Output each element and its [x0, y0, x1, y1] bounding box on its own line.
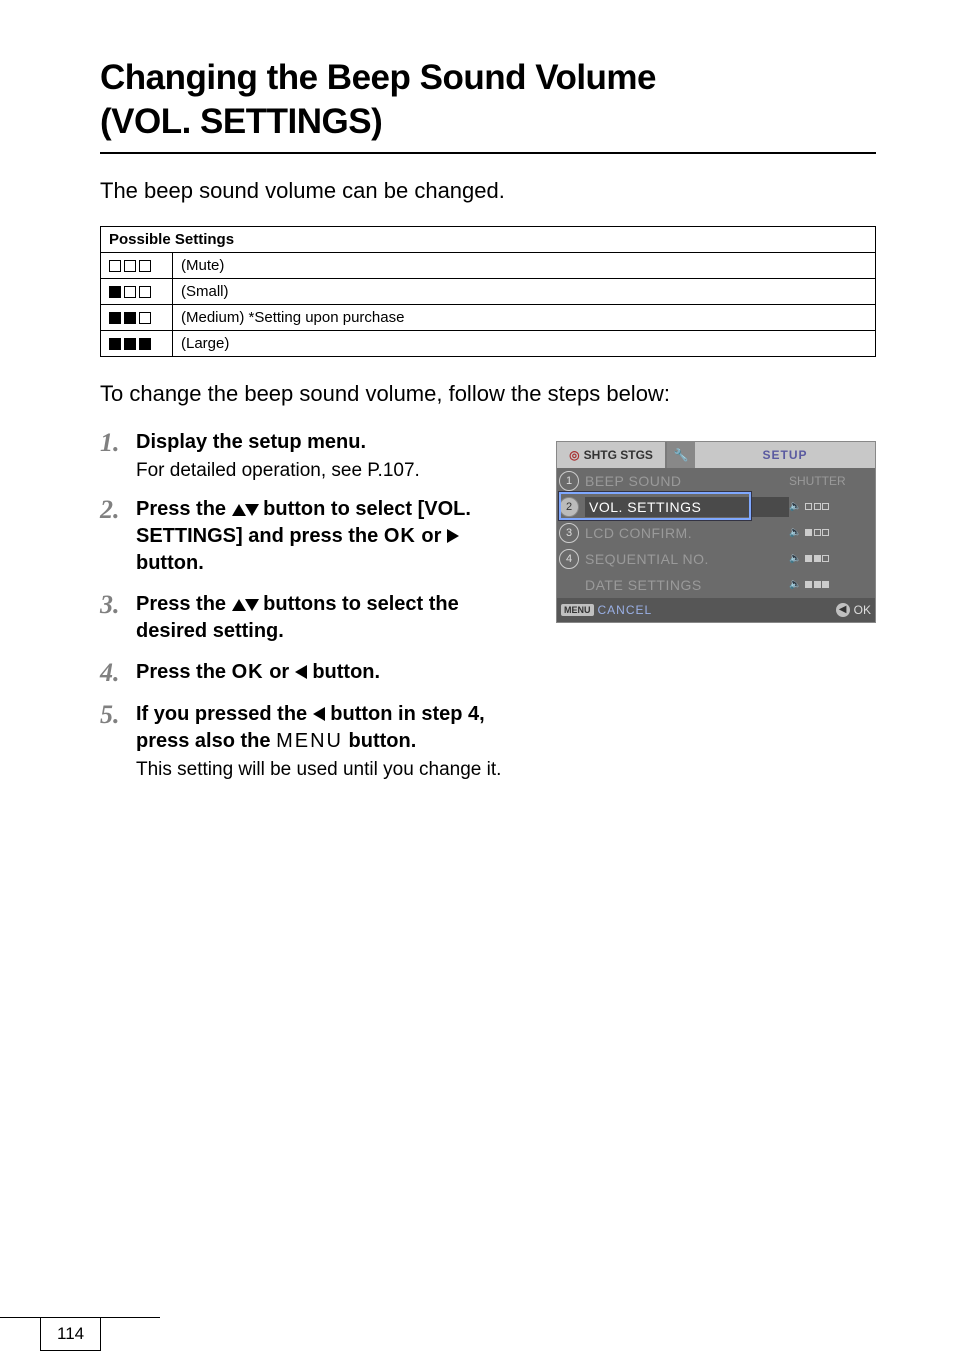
table-row: (Medium) *Setting upon purchase: [101, 304, 876, 330]
setting-label: (Mute): [173, 252, 876, 278]
row-index-icon: 2: [559, 497, 579, 517]
lcd-tab-setup: SETUP: [695, 442, 875, 468]
step-heading: Press the buttons to select the desired …: [136, 591, 532, 645]
row-label: VOL. SETTINGS: [585, 497, 789, 517]
right-icon: [447, 529, 459, 543]
lcd-body: 1BEEP SOUNDSHUTTER2VOL. SETTINGS🔈3LCD CO…: [557, 468, 875, 598]
volume-level-icon: [101, 252, 173, 278]
wrench-icon: 🔧: [674, 448, 689, 462]
volume-level-icon: [101, 330, 173, 356]
lcd-menu-row: 1 BEEP SOUNDSHUTTER: [557, 468, 875, 494]
title-underline: [100, 152, 876, 154]
title-line1: Changing the Beep Sound Volume: [100, 58, 656, 97]
volume-level-icon: [101, 304, 173, 330]
lcd-menu-row: 2 VOL. SETTINGS🔈: [557, 494, 875, 520]
speaker-icon: 🔈: [789, 501, 801, 512]
text: button.: [136, 552, 204, 574]
setting-label: (Small): [173, 278, 876, 304]
row-value: 🔈: [789, 579, 869, 590]
steps-list: 1. Display the setup menu. For detailed …: [100, 429, 532, 782]
speaker-icon: 🔈: [789, 579, 801, 590]
left-icon: [295, 665, 307, 679]
text: Press the: [136, 593, 232, 615]
row-value: 🔈: [789, 501, 869, 512]
step-number: 4.: [100, 659, 136, 688]
step-heading: Display the setup menu.: [136, 429, 532, 456]
text: If you pressed the: [136, 703, 313, 725]
text: or: [421, 525, 447, 547]
page-footer: 114: [0, 1317, 160, 1351]
menu-glyph: MENU: [276, 730, 343, 752]
step-5: 5. If you pressed the button in step 4, …: [100, 701, 532, 781]
step-4: 4. Press the OK or button.: [100, 659, 532, 688]
text: button.: [312, 661, 380, 683]
row-value: 🔈: [789, 553, 869, 564]
intro-text: The beep sound volume can be changed.: [100, 178, 876, 204]
menu-pill: MENU: [561, 604, 594, 616]
row-label: SEQUENTIAL NO.: [585, 551, 789, 567]
row-index-icon: 1: [559, 471, 579, 491]
table-row: (Large): [101, 330, 876, 356]
up-down-icon: [232, 498, 258, 520]
table-row: (Mute): [101, 252, 876, 278]
text: Press the: [136, 498, 232, 520]
step-number: 3.: [100, 591, 136, 620]
speaker-icon: 🔈: [789, 553, 801, 564]
speaker-icon: 🔈: [789, 527, 801, 538]
title-line2: (VOL. SETTINGS): [100, 102, 382, 141]
table-header: Possible Settings: [101, 226, 876, 252]
text: button.: [349, 730, 417, 752]
row-value: 🔈: [789, 527, 869, 538]
lcd-tab-tools: 🔧: [667, 442, 695, 468]
volume-level-icon: [101, 278, 173, 304]
text: or: [269, 661, 295, 683]
ok-glyph: OK: [232, 661, 264, 683]
lcd-tabs: ◎ SHTG STGS 🔧 SETUP: [557, 442, 875, 468]
step-1: 1. Display the setup menu. For detailed …: [100, 429, 532, 482]
lcd-tab-shooting: ◎ SHTG STGS: [557, 442, 667, 468]
step-number: 2.: [100, 496, 136, 525]
row-label: DATE SETTINGS: [585, 577, 789, 593]
setting-label: (Medium) *Setting upon purchase: [173, 304, 876, 330]
step-heading: Press the button to select [VOL. SETTING…: [136, 496, 532, 577]
lcd-footer: MENU CANCEL ◀ OK: [557, 598, 875, 622]
page-number: 114: [40, 1318, 101, 1351]
row-value: SHUTTER: [789, 474, 869, 488]
lcd-menu-row: 3 LCD CONFIRM.🔈: [557, 520, 875, 546]
left-icon: [313, 707, 325, 721]
camera-icon: ◎: [569, 448, 579, 462]
ok-label: OK: [854, 603, 871, 617]
step-3: 3. Press the buttons to select the desir…: [100, 591, 532, 645]
left-ok-icon: ◀: [836, 603, 850, 617]
text: SHTG STGS: [584, 448, 653, 462]
section-title: Changing the Beep Sound Volume (VOL. SET…: [100, 56, 876, 144]
camera-lcd: ◎ SHTG STGS 🔧 SETUP 1 BEEP SOUNDSHUTTER 2V…: [556, 441, 876, 623]
step-heading: If you pressed the button in step 4, pre…: [136, 701, 532, 755]
step-number: 5.: [100, 701, 136, 730]
row-label: BEEP SOUND: [585, 473, 789, 489]
settings-table: Possible Settings (Mute)(Small)(Medium) …: [100, 226, 876, 357]
step-2: 2. Press the button to select [VOL. SETT…: [100, 496, 532, 577]
setting-label: (Large): [173, 330, 876, 356]
step-heading: Press the OK or button.: [136, 659, 532, 686]
cancel-label: CANCEL: [598, 603, 653, 617]
row-index-icon: 4: [559, 549, 579, 569]
text: Press the: [136, 661, 232, 683]
lcd-menu-row: 4 SEQUENTIAL NO.🔈: [557, 546, 875, 572]
row-index-icon: 3: [559, 523, 579, 543]
lead-text: To change the beep sound volume, follow …: [100, 381, 876, 407]
row-label: LCD CONFIRM.: [585, 525, 789, 541]
step-number: 1.: [100, 429, 136, 458]
lcd-menu-row: DATE SETTINGS🔈: [557, 572, 875, 598]
step-subtext: This setting will be used until you chan…: [136, 759, 532, 781]
up-down-icon: [232, 593, 258, 615]
ok-glyph: OK: [384, 525, 416, 547]
table-row: (Small): [101, 278, 876, 304]
step-subtext: For detailed operation, see P.107.: [136, 460, 532, 482]
